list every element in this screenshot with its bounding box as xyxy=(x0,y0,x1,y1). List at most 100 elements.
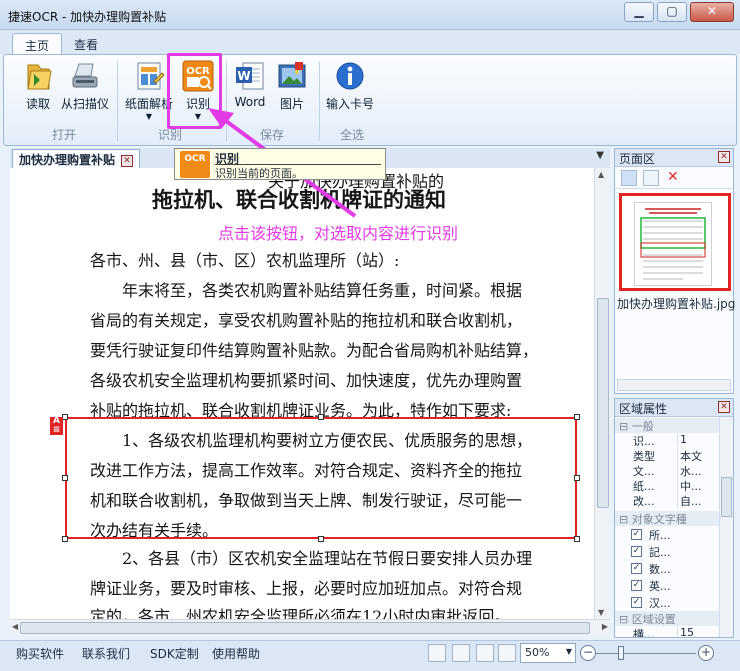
page-panel-toolbar: ✕ xyxy=(615,167,733,189)
chevron-down-icon: ▼ xyxy=(565,647,572,656)
resize-handle[interactable] xyxy=(62,475,68,481)
document-tab-label: 加快办理购置补贴 xyxy=(19,153,116,167)
prop-row[interactable]: 识... 1 xyxy=(615,433,733,448)
prop-key: 文... xyxy=(633,465,655,478)
doc-line: 各级农机安全监理机构要抓紧时间、加快速度，优先办理购置 xyxy=(90,371,523,390)
close-panel-icon[interactable]: ✕ xyxy=(718,151,730,163)
region-properties-panel: 区域属性 ✕ ⊟ 一般 识... 1 类型 本文 文... 水... 纸... 中...… xyxy=(614,398,734,638)
tooltip-description: 识别当前的页面。 xyxy=(215,167,303,180)
thumbnail-name: 加快办理购置补贴.jpg xyxy=(617,297,736,311)
doc-line: 定的，各市、州农机安全监理所必须在12小时内审批返回。 xyxy=(90,607,511,619)
buy-software-link[interactable]: 购买软件 xyxy=(16,645,64,662)
resize-handle[interactable] xyxy=(574,475,580,481)
doc-line: 年末将至，各类农机购置补贴结算任务重，时间紧。根据 xyxy=(122,281,523,300)
image-view-icon[interactable] xyxy=(452,644,470,662)
prop-row[interactable]: 纸... 中... xyxy=(615,478,733,494)
props-section-region-settings[interactable]: ⊟ 区域设置 xyxy=(615,611,733,626)
zoom-out-icon[interactable]: − xyxy=(580,645,596,661)
resize-handle[interactable] xyxy=(574,414,580,420)
close-panel-icon[interactable]: ✕ xyxy=(718,401,730,413)
ribbon-tabs: 主页 查看 xyxy=(0,30,740,54)
prop-key: 识... xyxy=(633,435,655,448)
checkbox-label: 数... xyxy=(649,563,671,576)
maximize-button[interactable]: ▢ xyxy=(657,2,687,22)
props-panel-header: 区域属性 ✕ xyxy=(615,399,733,417)
scroll-up-icon[interactable]: ▲ xyxy=(598,170,604,179)
word-icon: W xyxy=(233,59,267,93)
read-button[interactable]: 读取 xyxy=(18,59,58,112)
scanner-button[interactable]: 从扫描仪 xyxy=(58,59,112,112)
text-region-marker-icon[interactable]: A ≡ xyxy=(50,417,63,435)
document-tab[interactable]: 加快办理购置补贴 ✕ xyxy=(12,149,141,168)
checkbox[interactable]: ✓ xyxy=(631,529,642,540)
section-label: 区域设置 xyxy=(631,613,676,626)
input-card-button[interactable]: 输入卡号 xyxy=(322,59,378,112)
resize-handle[interactable] xyxy=(574,536,580,542)
text-view-icon[interactable] xyxy=(476,644,494,662)
scroll-thumb[interactable] xyxy=(20,622,590,634)
tab-dropdown-icon[interactable]: ▼ xyxy=(596,150,604,161)
document-horizontal-scrollbar[interactable]: ◀ ▶ xyxy=(10,619,610,635)
scroll-thumb[interactable] xyxy=(597,298,609,508)
doc-heading: 拖拉机、联合收割机牌证的通知 xyxy=(152,187,446,212)
doc-line: 牌证业务，要及时审核、上报，必要时应加班加点。对符合规 xyxy=(90,579,523,598)
thumbnail-page xyxy=(634,202,712,286)
contact-us-link[interactable]: 联系我们 xyxy=(82,645,130,662)
checkbox-label: 記... xyxy=(649,546,671,559)
list-view-icon[interactable] xyxy=(643,170,659,186)
checkbox[interactable]: ✓ xyxy=(631,546,642,557)
maximize-icon: ▢ xyxy=(666,4,678,18)
info-icon xyxy=(333,59,367,93)
doc-line: 各市、州、县（市、区）农机监理所（站）: xyxy=(90,251,400,270)
scroll-left-icon[interactable]: ◀ xyxy=(12,622,18,631)
zoom-slider[interactable] xyxy=(596,653,696,654)
split-view-icon[interactable] xyxy=(498,644,516,662)
scroll-right-icon[interactable]: ▶ xyxy=(602,622,608,631)
group-label-open: 打开 xyxy=(52,128,77,142)
tab-home[interactable]: 主页 xyxy=(12,33,63,54)
zoom-in-icon[interactable]: + xyxy=(698,645,714,661)
document-view[interactable]: 关于加快办理购置补贴的 拖拉机、联合收割机牌证的通知 点击该按钮，对选取内容进行… xyxy=(10,168,594,619)
scroll-thumb[interactable] xyxy=(721,477,732,517)
page-thumbnail[interactable] xyxy=(619,193,731,291)
prop-row[interactable]: 文... 水... xyxy=(615,463,733,479)
delete-icon[interactable]: ✕ xyxy=(667,170,683,186)
checkbox[interactable]: ✓ xyxy=(631,580,642,591)
zoom-slider-thumb[interactable] xyxy=(618,646,624,660)
instruction-text: 点击该按钮，对选取内容进行识别 xyxy=(218,224,459,243)
prop-value: 自... xyxy=(677,493,721,509)
selected-region[interactable] xyxy=(65,417,577,539)
help-link[interactable]: 使用帮助 xyxy=(212,645,260,662)
prop-row[interactable]: 横... 15 xyxy=(615,626,733,637)
props-scrollbar[interactable] xyxy=(719,417,733,637)
prop-row[interactable]: 类型 本文 xyxy=(615,448,733,464)
layout-analysis-icon xyxy=(132,59,166,93)
close-button[interactable]: ✕ xyxy=(690,2,734,22)
close-tab-icon[interactable]: ✕ xyxy=(121,154,134,167)
zoom-select[interactable]: 50% ▼ xyxy=(520,643,576,663)
fit-page-icon[interactable] xyxy=(428,644,446,662)
checkbox[interactable]: ✓ xyxy=(631,597,642,608)
svg-text:W: W xyxy=(237,69,250,83)
prop-row[interactable]: 改... 自... xyxy=(615,493,733,509)
resize-handle[interactable] xyxy=(62,536,68,542)
props-section-general[interactable]: ⊟ 一般 xyxy=(615,418,733,433)
document-vertical-scrollbar[interactable]: ▲ ▼ xyxy=(594,168,610,619)
checkbox[interactable]: ✓ xyxy=(631,563,642,574)
page-panel-scrollbar[interactable] xyxy=(617,379,731,391)
resize-handle[interactable] xyxy=(318,414,324,420)
image-label: 图片 xyxy=(279,97,304,111)
page-panel-header: 页面区 ✕ xyxy=(615,149,733,167)
sdk-custom-link[interactable]: SDK定制 xyxy=(150,645,199,662)
resize-handle[interactable] xyxy=(318,536,324,542)
scroll-down-icon[interactable]: ▼ xyxy=(598,608,604,617)
tab-view[interactable]: 查看 xyxy=(62,33,110,54)
minimize-button[interactable]: ▁ xyxy=(624,2,654,22)
save-word-button[interactable]: W Word xyxy=(232,59,268,109)
recognize-highlight xyxy=(167,53,222,129)
save-image-button[interactable]: 图片 xyxy=(274,59,310,112)
folder-icon xyxy=(21,59,55,93)
input-card-label: 输入卡号 xyxy=(325,97,374,111)
props-section-object-text[interactable]: ⊟ 对象文字種 xyxy=(615,511,733,526)
thumbnail-view-icon[interactable] xyxy=(621,170,637,186)
